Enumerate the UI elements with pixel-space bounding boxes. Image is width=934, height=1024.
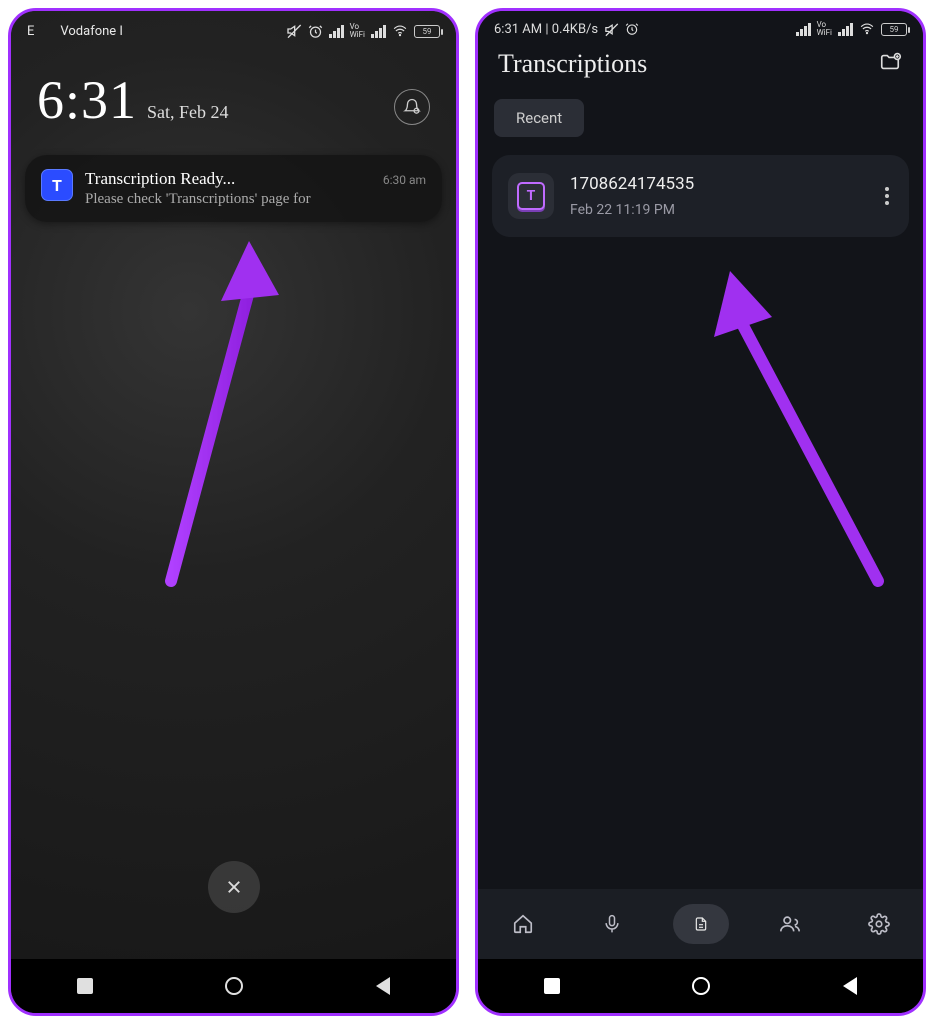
status-time-data: 6:31 AM | 0.4KB/s	[494, 22, 598, 37]
signal-icon-2	[371, 25, 386, 38]
lock-screen: E Vodafone I VoWiFi	[11, 11, 456, 1013]
tab-contacts[interactable]	[762, 904, 818, 944]
annotation-arrow-right	[678, 261, 898, 601]
android-nav-bar	[11, 959, 456, 1013]
mute-icon	[286, 23, 302, 39]
transcriptions-app: 6:31 AM | 0.4KB/s VoWiFi 59 Transcriptio…	[478, 11, 923, 1013]
notification-app-icon: T	[41, 169, 73, 201]
bottom-tab-bar	[478, 889, 923, 959]
nav-home-button[interactable]	[692, 977, 710, 995]
signal-icon-1	[329, 25, 344, 38]
lock-time-row: 6:31 Sat, Feb 24	[11, 43, 456, 141]
filter-chip-recent[interactable]: Recent	[494, 99, 584, 137]
page-title: Transcriptions	[498, 49, 647, 79]
more-options-button[interactable]	[881, 183, 893, 209]
wifi-icon	[392, 24, 408, 38]
battery-icon: 59	[414, 25, 440, 38]
lock-date: Sat, Feb 24	[147, 102, 229, 123]
status-left: 6:31 AM | 0.4KB/s	[494, 21, 639, 37]
annotation-arrow-left	[131, 231, 291, 601]
phone-left: E Vodafone I VoWiFi	[8, 8, 459, 1016]
transcription-item[interactable]: T 1708624174535 Feb 22 11:19 PM	[492, 155, 909, 237]
wifi-icon	[859, 22, 875, 36]
notification-card[interactable]: T Transcription Ready... 6:30 am Please …	[25, 155, 442, 222]
status-right: VoWiFi 59	[796, 21, 907, 37]
android-nav-bar	[478, 959, 923, 1013]
signal-icon-2	[838, 23, 853, 36]
nav-recents-button[interactable]	[77, 978, 93, 994]
transcription-name: 1708624174535	[570, 174, 865, 194]
status-left: E Vodafone I	[27, 24, 123, 39]
tab-transcriptions[interactable]	[673, 904, 729, 944]
mute-icon	[604, 22, 619, 37]
notification-description: Please check 'Transcriptions' page for	[85, 191, 426, 208]
signal-icon-1	[796, 23, 811, 36]
notification-settings-button[interactable]	[394, 89, 430, 125]
lock-clock: 6:31	[37, 69, 137, 131]
tab-settings[interactable]	[851, 904, 907, 944]
phone-right: 6:31 AM | 0.4KB/s VoWiFi 59 Transcriptio…	[475, 8, 926, 1016]
status-bar: 6:31 AM | 0.4KB/s VoWiFi 59	[478, 11, 923, 41]
carrier-prefix: E	[27, 24, 34, 39]
new-folder-button[interactable]	[877, 51, 903, 77]
battery-icon: 59	[881, 23, 907, 36]
alarm-icon	[308, 24, 323, 39]
status-right: VoWiFi 59	[286, 23, 440, 39]
transcription-icon: T	[508, 173, 554, 219]
tab-record[interactable]	[584, 904, 640, 944]
nav-back-button[interactable]	[376, 977, 390, 995]
status-bar: E Vodafone I VoWiFi	[11, 11, 456, 43]
carrier-name: Vodafone I	[60, 24, 123, 39]
vowifi-label: VoWiFi	[817, 21, 832, 37]
alarm-icon	[625, 22, 639, 36]
dismiss-notifications-button[interactable]	[208, 861, 260, 913]
vowifi-label: VoWiFi	[350, 23, 365, 39]
notification-time: 6:30 am	[383, 173, 426, 187]
tab-home[interactable]	[495, 904, 551, 944]
nav-back-button[interactable]	[843, 977, 857, 995]
nav-home-button[interactable]	[225, 977, 243, 995]
notification-title: Transcription Ready...	[85, 169, 235, 189]
app-header: Transcriptions	[478, 41, 923, 89]
transcription-date: Feb 22 11:19 PM	[570, 202, 865, 218]
nav-recents-button[interactable]	[544, 978, 560, 994]
